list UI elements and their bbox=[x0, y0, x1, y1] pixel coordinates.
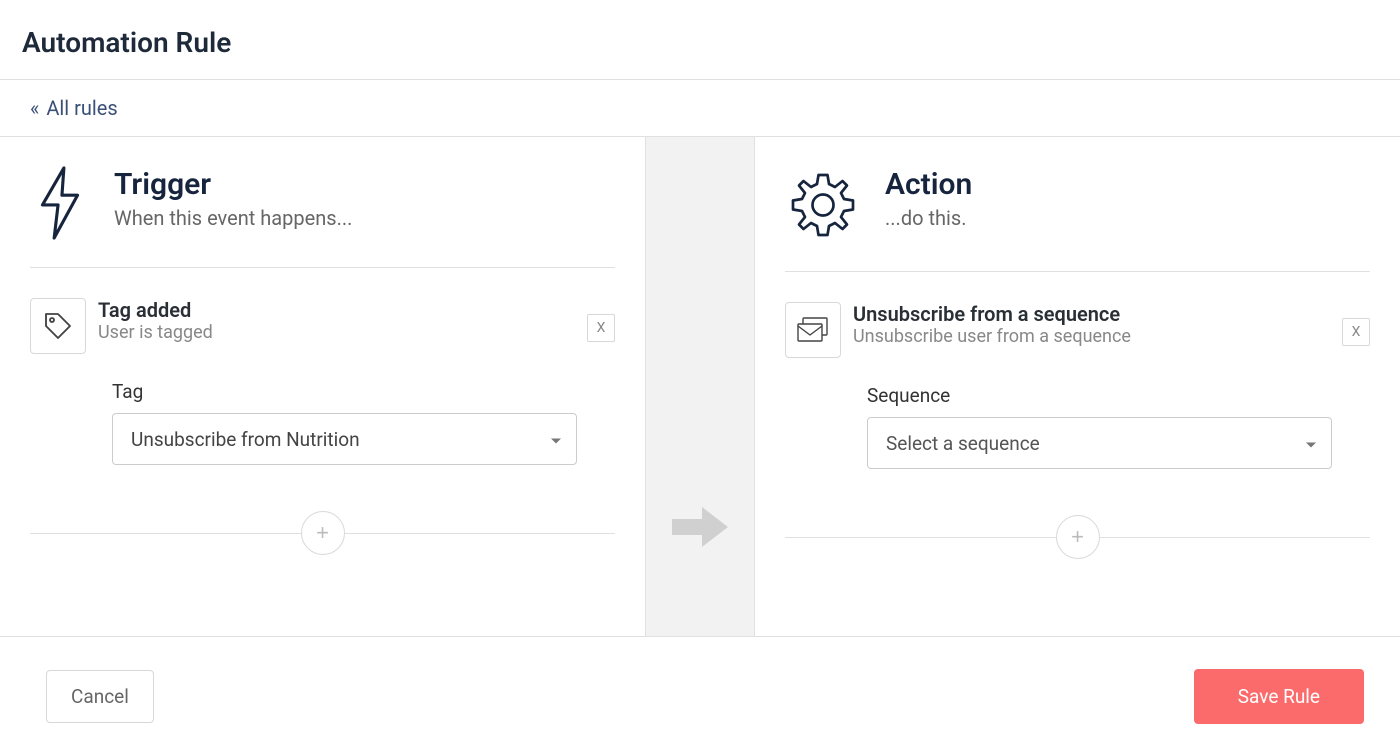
caret-down-icon bbox=[550, 428, 562, 451]
trigger-card: Tag added User is tagged X bbox=[30, 298, 615, 354]
gear-icon bbox=[785, 167, 861, 243]
action-subtitle: ...do this. bbox=[885, 206, 972, 230]
action-column: Action ...do this. Unsubscribe from a se… bbox=[755, 137, 1400, 636]
back-link-label: All rules bbox=[46, 96, 117, 120]
arrow-right-icon bbox=[672, 507, 728, 551]
trigger-tag-field: Tag Unsubscribe from Nutrition bbox=[30, 380, 615, 465]
main-content: Trigger When this event happens... Tag a… bbox=[0, 137, 1400, 637]
envelope-icon bbox=[785, 302, 841, 358]
add-action-button[interactable]: + bbox=[1056, 515, 1100, 559]
action-card-subtitle: Unsubscribe user from a sequence bbox=[853, 326, 1370, 347]
sequence-field-label: Sequence bbox=[867, 384, 1370, 407]
action-card: Unsubscribe from a sequence Unsubscribe … bbox=[785, 302, 1370, 358]
caret-down-icon bbox=[1305, 432, 1317, 455]
footer: Cancel Save Rule bbox=[0, 637, 1400, 756]
action-card-title: Unsubscribe from a sequence bbox=[853, 302, 1370, 326]
tag-icon bbox=[30, 298, 86, 354]
sequence-select[interactable]: Select a sequence bbox=[867, 417, 1332, 469]
action-title: Action bbox=[885, 167, 972, 202]
breadcrumb: « All rules bbox=[0, 79, 1400, 137]
trigger-header: Trigger When this event happens... bbox=[30, 167, 615, 268]
trigger-add-divider: + bbox=[30, 511, 615, 555]
cancel-button[interactable]: Cancel bbox=[46, 670, 154, 723]
tag-field-label: Tag bbox=[112, 380, 615, 403]
trigger-card-subtitle: User is tagged bbox=[98, 322, 615, 343]
action-sequence-field: Sequence Select a sequence bbox=[785, 384, 1370, 469]
remove-action-button[interactable]: X bbox=[1342, 318, 1370, 346]
column-divider bbox=[645, 137, 755, 636]
lightning-icon bbox=[30, 167, 90, 239]
remove-trigger-button[interactable]: X bbox=[587, 314, 615, 342]
add-trigger-button[interactable]: + bbox=[301, 511, 345, 555]
tag-select[interactable]: Unsubscribe from Nutrition bbox=[112, 413, 577, 465]
trigger-subtitle: When this event happens... bbox=[114, 206, 352, 230]
trigger-title: Trigger bbox=[114, 167, 352, 202]
tag-select-value: Unsubscribe from Nutrition bbox=[131, 428, 360, 451]
action-add-divider: + bbox=[785, 515, 1370, 559]
back-to-rules-link[interactable]: « All rules bbox=[30, 96, 118, 120]
save-rule-button[interactable]: Save Rule bbox=[1194, 669, 1364, 724]
trigger-column: Trigger When this event happens... Tag a… bbox=[0, 137, 645, 636]
sequence-select-placeholder: Select a sequence bbox=[886, 432, 1040, 455]
action-header: Action ...do this. bbox=[785, 167, 1370, 272]
chevron-left-icon: « bbox=[30, 96, 37, 120]
trigger-card-title: Tag added bbox=[98, 298, 615, 322]
page-title: Automation Rule bbox=[0, 0, 1400, 79]
